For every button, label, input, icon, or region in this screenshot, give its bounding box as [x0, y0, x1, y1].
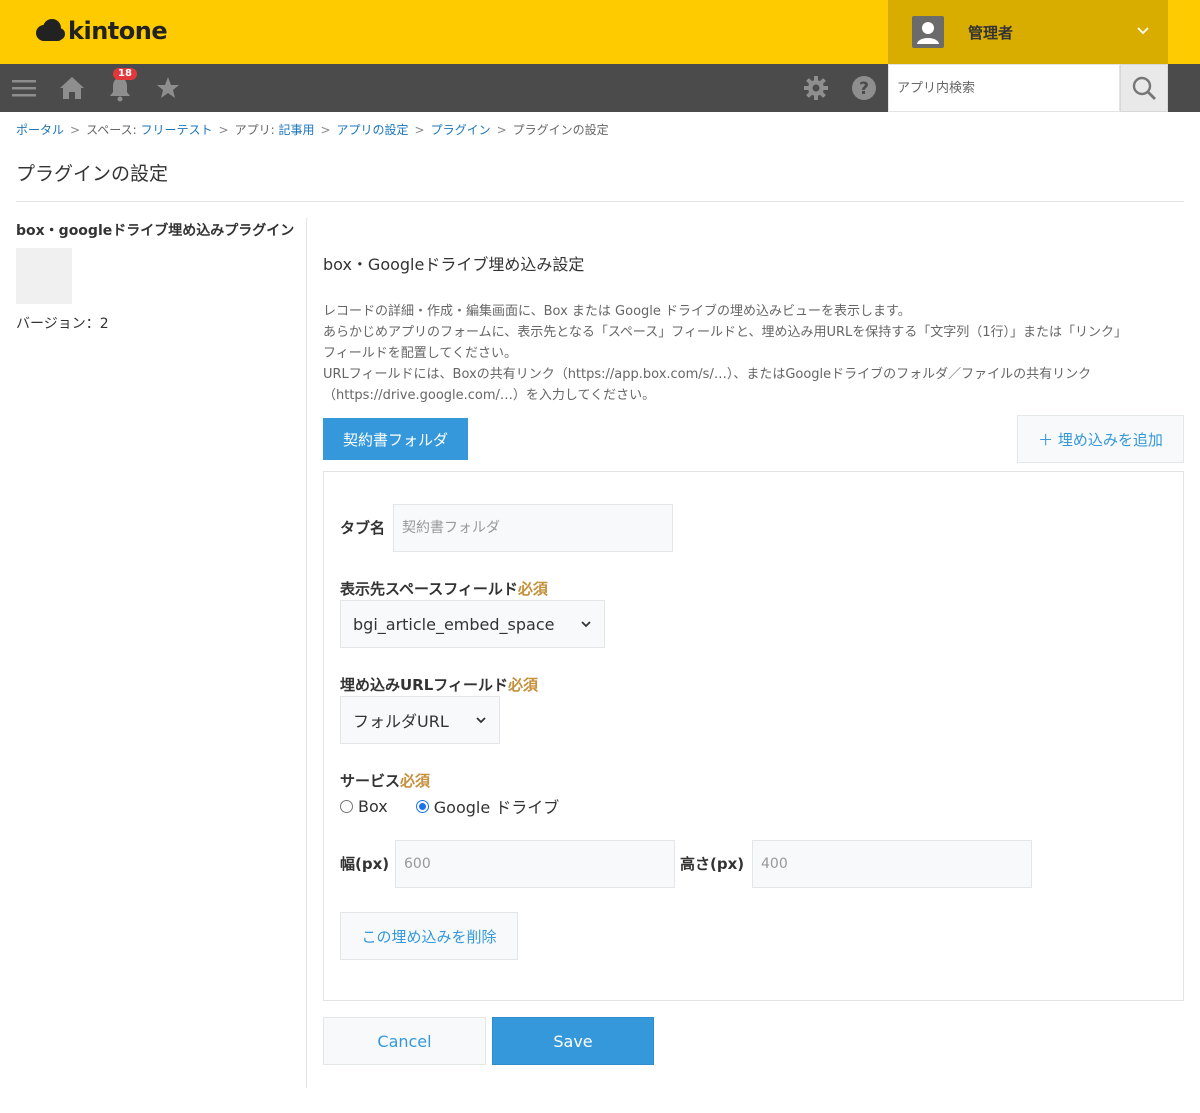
section-title: box・Googleドライブ埋め込み設定	[323, 255, 585, 274]
url-field-label: 埋め込みURLフィールド必須	[340, 674, 538, 695]
help-icon[interactable]: ?	[850, 74, 878, 102]
page-title: プラグインの設定	[16, 163, 169, 185]
app-search-input[interactable]	[889, 65, 1119, 111]
service-label-text: サービス	[340, 772, 401, 790]
kintone-logo[interactable]: kintone	[34, 17, 168, 45]
breadcrumb-portal[interactable]: ポータル	[16, 123, 64, 137]
url-field-label-text: 埋め込みURLフィールド	[340, 676, 508, 694]
user-menu[interactable]: 管理者	[888, 0, 1168, 64]
description-line: URLフィールドには、Boxの共有リンク（https://app.box.com…	[323, 367, 1092, 382]
space-field-select[interactable]: bgi_article_embed_space	[340, 600, 605, 648]
star-icon[interactable]	[154, 74, 182, 102]
app-search-box	[888, 64, 1120, 112]
height-label: 高さ(px)	[680, 855, 745, 873]
space-field-value: bgi_article_embed_space	[353, 614, 555, 634]
radio-box-label[interactable]: Box	[358, 797, 388, 816]
app-header: kintone 管理者	[0, 0, 1200, 64]
chevron-down-icon	[581, 621, 591, 628]
add-embed-button[interactable]: ＋ 埋め込みを追加	[1017, 415, 1184, 463]
user-avatar-icon	[912, 16, 944, 48]
required-marker: 必須	[400, 772, 431, 790]
cancel-button[interactable]: Cancel	[323, 1017, 486, 1065]
search-icon	[1132, 76, 1156, 100]
svg-text:?: ?	[859, 79, 869, 99]
radio-box[interactable]	[340, 799, 353, 813]
breadcrumb-plugins[interactable]: プラグイン	[431, 123, 491, 137]
save-button[interactable]: Save	[492, 1017, 654, 1065]
notification-badge: 18	[113, 68, 137, 80]
description-line: （https://drive.google.com/…）を入力してください。	[323, 388, 656, 403]
url-field-value: フォルダURL	[353, 712, 449, 731]
plugin-version: バージョン：2	[16, 316, 109, 332]
chevron-down-icon	[1137, 27, 1149, 35]
gear-icon[interactable]	[802, 74, 830, 102]
description-line: レコードの詳細・作成・編集画面に、Box または Google ドライブの埋め込…	[323, 304, 911, 319]
service-radio-group: Box Google ドライブ	[340, 794, 559, 818]
required-marker: 必須	[517, 580, 548, 598]
chevron-down-icon	[476, 717, 486, 724]
divider	[16, 201, 1184, 202]
description-line: あらかじめアプリのフォームに、表示先となる「スペース」フィールドと、埋め込み用U…	[323, 325, 1128, 340]
breadcrumb-separator: >	[218, 123, 229, 137]
column-divider	[306, 218, 307, 1088]
breadcrumb-separator: >	[320, 123, 331, 137]
description-line: フィールドを配置してください。	[323, 346, 517, 361]
required-marker: 必須	[508, 676, 539, 694]
width-input[interactable]	[395, 840, 675, 888]
url-field-select[interactable]: フォルダURL	[340, 696, 500, 744]
breadcrumb-current: プラグインの設定	[512, 123, 609, 137]
plugin-thumbnail	[16, 248, 72, 304]
tab-contract-folder[interactable]: 契約書フォルダ	[323, 418, 468, 460]
radio-google-drive[interactable]	[415, 799, 429, 813]
breadcrumb-app[interactable]: 記事用	[278, 123, 314, 137]
space-field-label: 表示先スペースフィールド必須	[340, 578, 548, 599]
settings-description: レコードの詳細・作成・編集画面に、Box または Google ドライブの埋め込…	[323, 301, 1193, 406]
tab-name-label: タブ名	[340, 519, 386, 537]
user-name: 管理者	[968, 24, 1014, 42]
breadcrumb-separator: >	[414, 123, 425, 137]
space-field-label-text: 表示先スペースフィールド	[340, 580, 518, 598]
service-label: サービス必須	[340, 770, 430, 791]
breadcrumb-space-prefix: スペース:	[86, 123, 141, 137]
breadcrumb-separator: >	[70, 123, 81, 137]
home-icon[interactable]	[58, 74, 86, 102]
breadcrumb: ポータル > スペース: フリーテスト > アプリ: 記事用 > アプリの設定 > プラグイン >…	[16, 121, 609, 138]
width-label: 幅(px)	[340, 855, 390, 873]
delete-embed-button[interactable]: この埋め込みを削除	[340, 912, 518, 960]
plugin-name: box・googleドライブ埋め込みプラグイン	[16, 223, 295, 239]
search-button[interactable]	[1120, 64, 1168, 112]
logo-text: kintone	[68, 17, 168, 45]
height-input[interactable]	[752, 840, 1032, 888]
cloud-logo-icon	[36, 19, 65, 41]
breadcrumb-app-settings[interactable]: アプリの設定	[337, 123, 409, 137]
breadcrumb-space[interactable]: フリーテスト	[141, 123, 213, 137]
menu-icon[interactable]	[10, 74, 38, 102]
breadcrumb-app-prefix: アプリ:	[234, 123, 279, 137]
breadcrumb-separator: >	[496, 123, 507, 137]
radio-google-drive-label[interactable]: Google ドライブ	[434, 794, 560, 818]
tab-name-input[interactable]	[393, 504, 673, 552]
